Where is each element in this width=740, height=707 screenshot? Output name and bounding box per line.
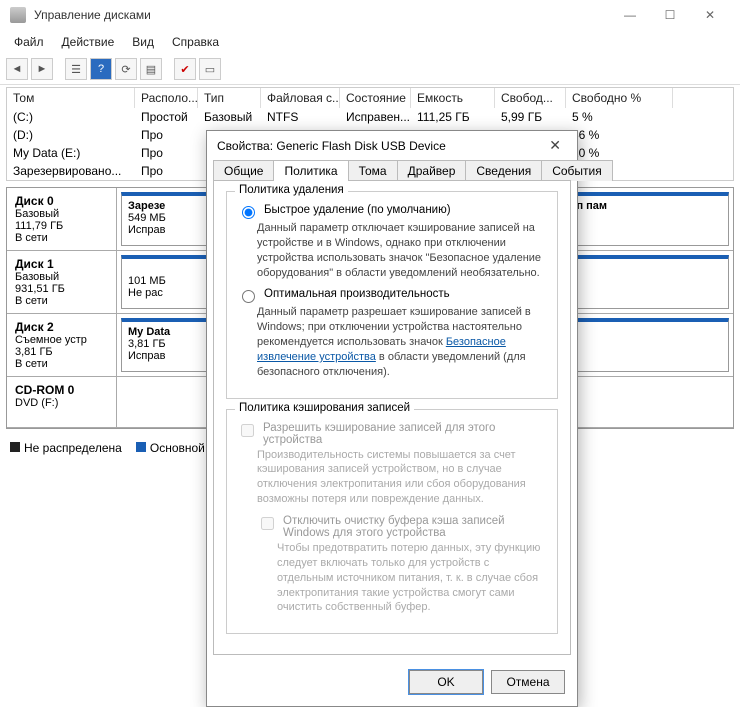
enable-write-cache-checkbox bbox=[241, 424, 254, 437]
quick-removal-desc: Данный параметр отключает кэширование за… bbox=[257, 221, 547, 280]
tab-Драйвер[interactable]: Драйвер bbox=[397, 160, 467, 181]
minimize-button[interactable]: — bbox=[610, 4, 650, 26]
help-icon[interactable]: ? bbox=[90, 58, 112, 80]
col-capacity[interactable]: Емкость bbox=[411, 88, 495, 108]
list-icon[interactable]: ▤ bbox=[140, 58, 162, 80]
dialog-tabs: ОбщиеПолитикаТомаДрайверСведенияСобытия bbox=[213, 160, 571, 181]
write-caching-group: Политика кэширования записей Разрешить к… bbox=[226, 409, 558, 635]
menu-action[interactable]: Действие bbox=[54, 32, 123, 52]
quick-removal-radio[interactable] bbox=[242, 206, 255, 219]
cancel-button[interactable]: Отмена bbox=[491, 670, 565, 694]
disable-flush-desc: Чтобы предотвратить потерю данных, эту ф… bbox=[277, 541, 547, 615]
menu-help[interactable]: Справка bbox=[164, 32, 227, 52]
table-row[interactable]: (C:)ПростойБазовыйNTFSИсправен...111,25 … bbox=[7, 108, 733, 126]
disable-flush-label: Отключить очистку буфера кэша записей Wi… bbox=[283, 515, 547, 539]
menu-bar: Файл Действие Вид Справка bbox=[0, 30, 740, 54]
maximize-button[interactable]: ☐ bbox=[650, 4, 690, 26]
page-icon[interactable]: ▭ bbox=[199, 58, 221, 80]
removal-policy-group: Политика удаления Быстрое удаление (по у… bbox=[226, 191, 558, 399]
swatch-primary bbox=[136, 442, 146, 452]
dialog-title: Свойства: Generic Flash Disk USB Device bbox=[217, 139, 543, 153]
ok-button[interactable]: OK bbox=[409, 670, 483, 694]
tab-Тома[interactable]: Тома bbox=[348, 160, 398, 181]
col-layout[interactable]: Располо... bbox=[135, 88, 198, 108]
dialog-close-icon[interactable]: ✕ bbox=[543, 137, 567, 154]
better-performance-desc: Данный параметр разрешает кэширование за… bbox=[257, 305, 547, 379]
col-freepct[interactable]: Свободно % bbox=[566, 88, 673, 108]
col-status[interactable]: Состояние bbox=[340, 88, 411, 108]
enable-write-cache-label: Разрешить кэширование записей для этого … bbox=[263, 422, 547, 446]
check-icon[interactable]: ✔ bbox=[174, 58, 196, 80]
tab-Общие[interactable]: Общие bbox=[213, 160, 274, 181]
col-fs[interactable]: Файловая с... bbox=[261, 88, 340, 108]
col-free[interactable]: Свобод... bbox=[495, 88, 566, 108]
better-performance-radio[interactable] bbox=[242, 290, 255, 303]
tab-Политика[interactable]: Политика bbox=[273, 160, 348, 181]
menu-file[interactable]: Файл bbox=[6, 32, 52, 52]
enable-write-cache-desc: Производительность системы повышается за… bbox=[257, 448, 547, 507]
app-icon bbox=[10, 7, 26, 23]
grid-icon[interactable]: ☰ bbox=[65, 58, 87, 80]
tab-События[interactable]: События bbox=[541, 160, 613, 181]
back-icon[interactable]: ◄ bbox=[6, 58, 28, 80]
title-bar: Управление дисками — ☐ ✕ bbox=[0, 0, 740, 30]
quick-removal-label: Быстрое удаление (по умолчанию) bbox=[264, 204, 451, 216]
properties-dialog: Свойства: Generic Flash Disk USB Device … bbox=[206, 130, 578, 707]
menu-view[interactable]: Вид bbox=[124, 32, 162, 52]
swatch-unallocated bbox=[10, 442, 20, 452]
close-button[interactable]: ✕ bbox=[690, 4, 730, 26]
disable-flush-checkbox bbox=[261, 517, 274, 530]
window-title: Управление дисками bbox=[34, 8, 610, 22]
tab-Сведения[interactable]: Сведения bbox=[465, 160, 542, 181]
refresh-icon[interactable]: ⟳ bbox=[115, 58, 137, 80]
col-type[interactable]: Тип bbox=[198, 88, 261, 108]
col-volume[interactable]: Том bbox=[7, 88, 135, 108]
toolbar: ◄ ► ☰ ? ⟳ ▤ ✔ ▭ bbox=[0, 54, 740, 85]
better-performance-label: Оптимальная производительность bbox=[264, 288, 450, 300]
forward-icon[interactable]: ► bbox=[31, 58, 53, 80]
